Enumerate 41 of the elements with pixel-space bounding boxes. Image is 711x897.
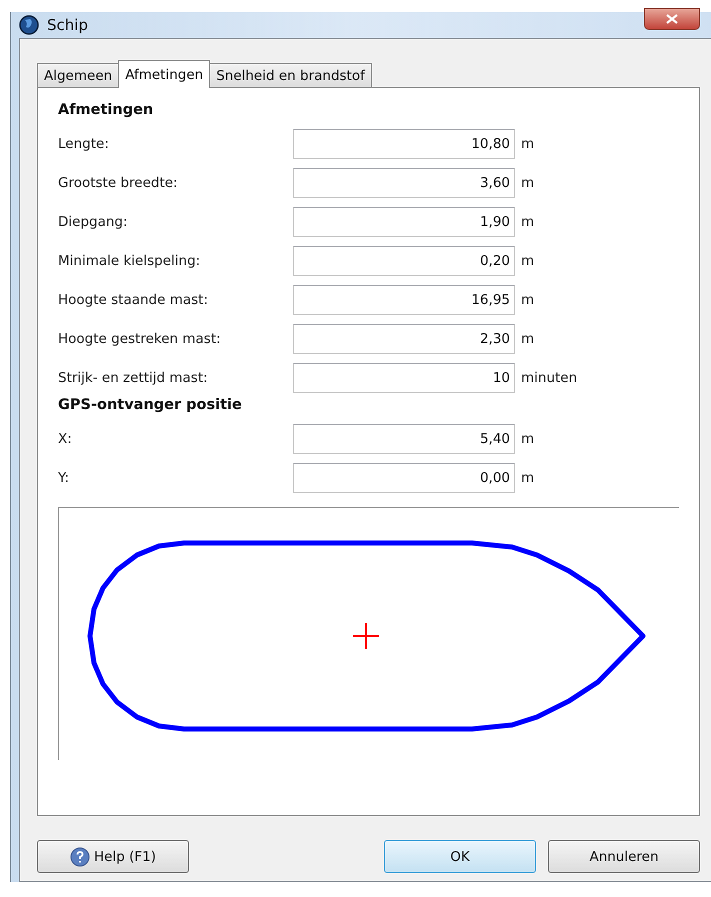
unit-label: m [521, 470, 534, 486]
unit-label: m [521, 136, 534, 152]
unit-label: m [521, 292, 534, 308]
tab[interactable]: Snelheid en brandstof [209, 63, 372, 87]
field-label: Hoogte staande mast: [58, 292, 210, 308]
unit-label: m [521, 252, 534, 268]
help-button[interactable]: Help (F1) [37, 840, 189, 873]
field-label: Lengte: [58, 136, 110, 152]
input-field[interactable]: 3,60 [293, 168, 515, 198]
input-field[interactable]: 0,20 [293, 246, 515, 276]
close-icon [666, 14, 678, 24]
unit-label: m [521, 214, 534, 230]
window-title: Schip [47, 16, 88, 34]
gps-position-marker [352, 622, 380, 650]
unit-label: m [521, 330, 534, 346]
field-label: Diepgang: [58, 214, 129, 230]
globe-icon [19, 15, 39, 35]
input-field[interactable]: 5,40 [293, 424, 515, 454]
tab[interactable]: Algemeen [37, 63, 120, 87]
field-label: Y: [58, 470, 70, 486]
tab[interactable]: Afmetingen [118, 60, 210, 88]
unit-label: m [521, 430, 534, 446]
unit-label: minuten [521, 370, 578, 386]
field-label: Grootste breedte: [58, 174, 179, 190]
input-field[interactable]: 10,80 [293, 128, 515, 158]
dialog-button[interactable]: Annuleren [548, 840, 700, 873]
input-field[interactable]: 2,30 [293, 324, 515, 354]
input-field[interactable]: 1,90 [293, 206, 515, 236]
section-heading: GPS-ontvanger positie [58, 397, 243, 415]
input-field[interactable]: 0,00 [293, 462, 515, 492]
field-label: Strijk- en zettijd mast: [58, 370, 209, 386]
help-icon [70, 846, 90, 866]
input-field[interactable]: 10 [293, 362, 515, 392]
dialog-button[interactable]: OK [384, 840, 536, 873]
close-button[interactable] [644, 8, 700, 30]
unit-label: m [521, 174, 534, 190]
field-label: Hoogte gestreken mast: [58, 330, 222, 346]
section-heading: Afmetingen [58, 102, 154, 120]
input-field[interactable]: 16,95 [293, 284, 515, 314]
field-label: Minimale kielspeling: [58, 252, 202, 268]
field-label: X: [58, 430, 73, 446]
